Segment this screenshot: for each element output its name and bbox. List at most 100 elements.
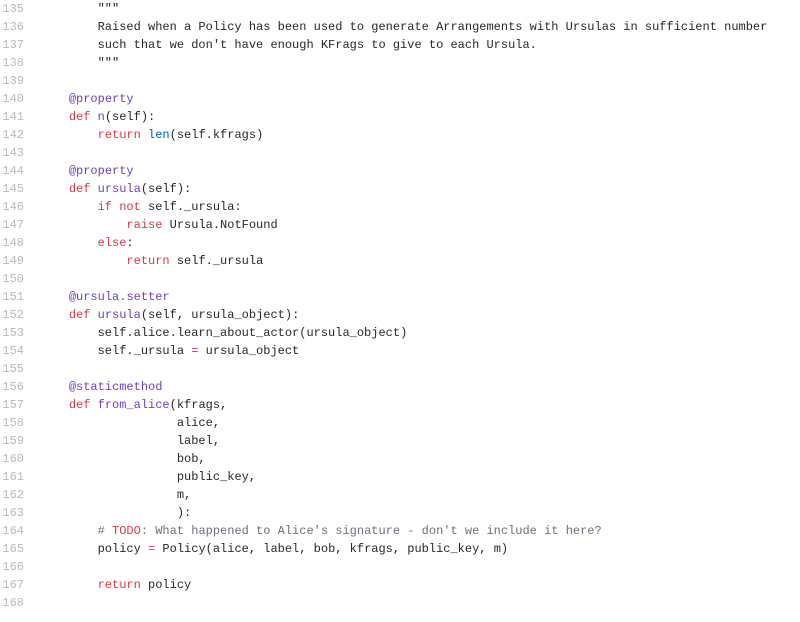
- code-content: [40, 270, 800, 288]
- line-number: 158: [0, 414, 40, 432]
- code-content: return len(self.kfrags): [40, 126, 800, 144]
- line-number: 160: [0, 450, 40, 468]
- code-content: policy = Policy(alice, label, bob, kfrag…: [40, 540, 800, 558]
- code-line: 168: [0, 594, 800, 612]
- code-content: return policy: [40, 576, 800, 594]
- code-content: alice,: [40, 414, 800, 432]
- code-content: """: [40, 0, 800, 18]
- line-number: 137: [0, 36, 40, 54]
- line-number: 149: [0, 252, 40, 270]
- code-line: 161 public_key,: [0, 468, 800, 486]
- code-line: 147 raise Ursula.NotFound: [0, 216, 800, 234]
- code-content: return self._ursula: [40, 252, 800, 270]
- line-number: 145: [0, 180, 40, 198]
- code-content: such that we don't have enough KFrags to…: [40, 36, 800, 54]
- code-line: 145 def ursula(self):: [0, 180, 800, 198]
- line-number: 161: [0, 468, 40, 486]
- code-line: 146 if not self._ursula:: [0, 198, 800, 216]
- code-line: 149 return self._ursula: [0, 252, 800, 270]
- code-content: bob,: [40, 450, 800, 468]
- code-line: 141 def n(self):: [0, 108, 800, 126]
- code-content: if not self._ursula:: [40, 198, 800, 216]
- code-line: 163 ):: [0, 504, 800, 522]
- line-number: 164: [0, 522, 40, 540]
- line-number: 136: [0, 18, 40, 36]
- code-line: 155: [0, 360, 800, 378]
- code-editor[interactable]: 135 """ 136 Raised when a Policy has bee…: [0, 0, 800, 612]
- code-content: self.alice.learn_about_actor(ursula_obje…: [40, 324, 800, 342]
- code-content: @staticmethod: [40, 378, 800, 396]
- code-content: ):: [40, 504, 800, 522]
- code-line: 162 m,: [0, 486, 800, 504]
- code-content: [40, 72, 800, 90]
- code-line: 138 """: [0, 54, 800, 72]
- code-line: 156 @staticmethod: [0, 378, 800, 396]
- code-content: def n(self):: [40, 108, 800, 126]
- code-line: 144 @property: [0, 162, 800, 180]
- line-number: 163: [0, 504, 40, 522]
- code-line: 151 @ursula.setter: [0, 288, 800, 306]
- line-number: 167: [0, 576, 40, 594]
- line-number: 138: [0, 54, 40, 72]
- code-content: def from_alice(kfrags,: [40, 396, 800, 414]
- code-content: @property: [40, 90, 800, 108]
- code-line: 164 # TODO: What happened to Alice's sig…: [0, 522, 800, 540]
- code-line: 157 def from_alice(kfrags,: [0, 396, 800, 414]
- code-line: 150: [0, 270, 800, 288]
- code-line: 167 return policy: [0, 576, 800, 594]
- line-number: 157: [0, 396, 40, 414]
- code-content: @property: [40, 162, 800, 180]
- code-content: [40, 144, 800, 162]
- line-number: 144: [0, 162, 40, 180]
- line-number: 142: [0, 126, 40, 144]
- line-number: 148: [0, 234, 40, 252]
- code-line: 137 such that we don't have enough KFrag…: [0, 36, 800, 54]
- code-line: 158 alice,: [0, 414, 800, 432]
- line-number: 139: [0, 72, 40, 90]
- code-line: 135 """: [0, 0, 800, 18]
- code-line: 166: [0, 558, 800, 576]
- line-number: 168: [0, 594, 40, 612]
- line-number: 165: [0, 540, 40, 558]
- code-line: 159 label,: [0, 432, 800, 450]
- code-line: 160 bob,: [0, 450, 800, 468]
- code-content: else:: [40, 234, 800, 252]
- line-number: 153: [0, 324, 40, 342]
- line-number: 166: [0, 558, 40, 576]
- line-number: 156: [0, 378, 40, 396]
- line-number: 152: [0, 306, 40, 324]
- line-number: 150: [0, 270, 40, 288]
- code-content: def ursula(self):: [40, 180, 800, 198]
- code-content: self._ursula = ursula_object: [40, 342, 800, 360]
- code-line: 152 def ursula(self, ursula_object):: [0, 306, 800, 324]
- code-line: 136 Raised when a Policy has been used t…: [0, 18, 800, 36]
- line-number: 162: [0, 486, 40, 504]
- code-content: # TODO: What happened to Alice's signatu…: [40, 522, 800, 540]
- code-line: 142 return len(self.kfrags): [0, 126, 800, 144]
- code-content: [40, 558, 800, 576]
- code-content: label,: [40, 432, 800, 450]
- line-number: 154: [0, 342, 40, 360]
- line-number: 159: [0, 432, 40, 450]
- code-line: 154 self._ursula = ursula_object: [0, 342, 800, 360]
- code-content: """: [40, 54, 800, 72]
- line-number: 141: [0, 108, 40, 126]
- line-number: 140: [0, 90, 40, 108]
- code-line: 148 else:: [0, 234, 800, 252]
- code-line: 153 self.alice.learn_about_actor(ursula_…: [0, 324, 800, 342]
- line-number: 143: [0, 144, 40, 162]
- line-number: 146: [0, 198, 40, 216]
- line-number: 155: [0, 360, 40, 378]
- code-content: [40, 360, 800, 378]
- code-content: def ursula(self, ursula_object):: [40, 306, 800, 324]
- code-line: 139: [0, 72, 800, 90]
- code-content: Raised when a Policy has been used to ge…: [40, 18, 800, 36]
- line-number: 135: [0, 0, 40, 18]
- code-content: public_key,: [40, 468, 800, 486]
- code-content: raise Ursula.NotFound: [40, 216, 800, 234]
- code-content: [40, 594, 800, 612]
- code-line: 140 @property: [0, 90, 800, 108]
- code-content: @ursula.setter: [40, 288, 800, 306]
- line-number: 147: [0, 216, 40, 234]
- code-line: 143: [0, 144, 800, 162]
